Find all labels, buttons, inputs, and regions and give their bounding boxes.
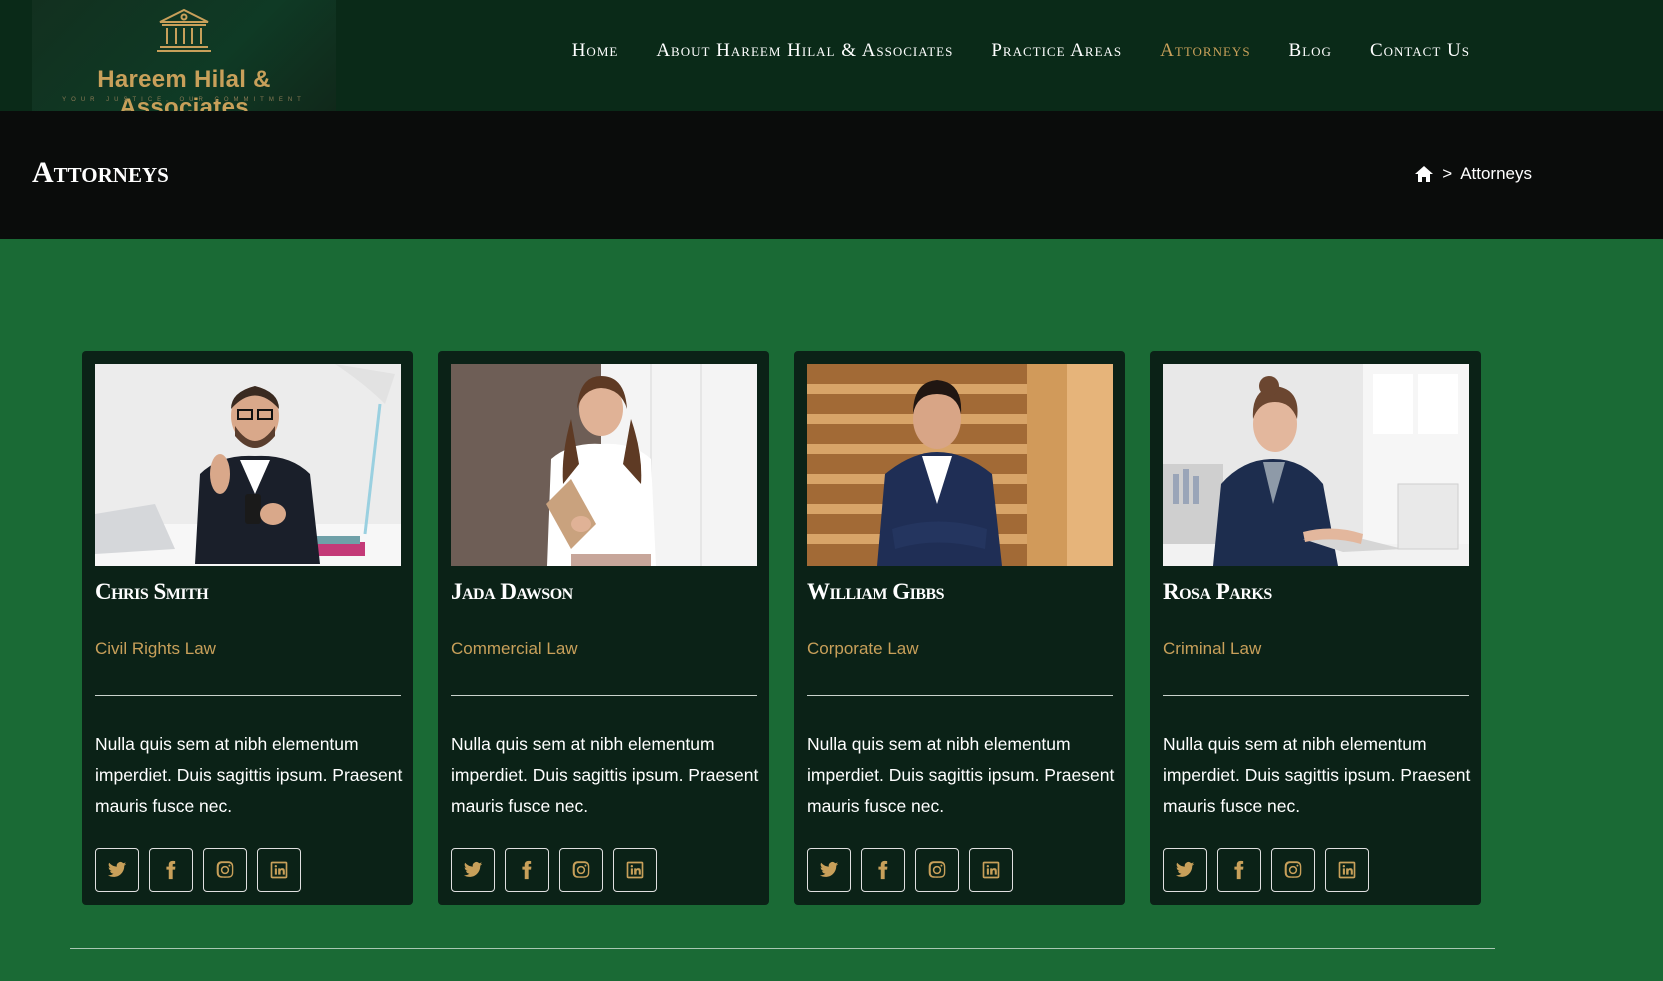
instagram-button[interactable] (203, 848, 247, 892)
nav-practice-areas[interactable]: Practice Areas (991, 40, 1122, 62)
attorney-bio: Nulla quis sem at nibh elementum imperdi… (451, 734, 759, 816)
linkedin-icon (982, 861, 1000, 879)
attorney-bio: Nulla quis sem at nibh elementum imperdi… (807, 734, 1115, 816)
linkedin-icon (1338, 861, 1356, 879)
twitter-button[interactable] (451, 848, 495, 892)
attorney-practice: Corporate Law (807, 639, 919, 658)
social-links (95, 848, 301, 892)
linkedin-icon (270, 861, 288, 879)
nav-blog[interactable]: Blog (1289, 40, 1332, 62)
attorney-practice: Commercial Law (451, 639, 578, 658)
facebook-icon (878, 860, 888, 880)
instagram-icon (572, 861, 590, 878)
breadcrumb-separator: > (1442, 164, 1453, 183)
page-title: Attorneys (32, 156, 169, 189)
facebook-icon (166, 860, 176, 880)
site-header: Hareem Hilal & Associates YOUR JUSTICE, … (0, 0, 1663, 121)
instagram-button[interactable] (559, 848, 603, 892)
facebook-button[interactable] (1217, 848, 1261, 892)
attorney-grid: Chris Smith Civil Rights Law Nulla quis … (82, 351, 1481, 905)
twitter-button[interactable] (1163, 848, 1207, 892)
attorney-name: Chris Smith (95, 579, 209, 604)
card-divider (807, 695, 1113, 696)
instagram-button[interactable] (915, 848, 959, 892)
attorney-photo (451, 364, 757, 566)
brand-logo[interactable]: Hareem Hilal & Associates YOUR JUSTICE, … (32, 0, 336, 121)
attorney-bio: Nulla quis sem at nibh elementum imperdi… (95, 734, 403, 816)
twitter-icon (107, 862, 127, 877)
social-links (807, 848, 1013, 892)
breadcrumb-current: Attorneys (1460, 164, 1532, 183)
card-divider (451, 695, 757, 696)
attorney-card: William Gibbs Corporate Law Nulla quis s… (794, 351, 1125, 905)
instagram-icon (928, 861, 946, 878)
attorney-practice: Criminal Law (1163, 639, 1262, 658)
card-divider (95, 695, 401, 696)
twitter-button[interactable] (807, 848, 851, 892)
attorney-name: Rosa Parks (1163, 579, 1272, 604)
facebook-icon (522, 860, 532, 880)
attorney-card: Chris Smith Civil Rights Law Nulla quis … (82, 351, 413, 905)
twitter-icon (1175, 862, 1195, 877)
twitter-button[interactable] (95, 848, 139, 892)
brand-tagline: YOUR JUSTICE, OUR COMMITMENT (62, 97, 306, 103)
main-nav: Home About Hareem Hilal & Associates Pra… (572, 40, 1470, 62)
attorney-photo (95, 364, 401, 566)
linkedin-button[interactable] (257, 848, 301, 892)
nav-contact[interactable]: Contact Us (1370, 40, 1470, 62)
linkedin-icon (626, 861, 644, 879)
attorney-photo (1163, 364, 1469, 566)
attorney-name: Jada Dawson (451, 579, 573, 604)
nav-attorneys[interactable]: Attorneys (1160, 40, 1250, 62)
page-title-bar: Attorneys > Attorneys (0, 111, 1663, 239)
social-links (1163, 848, 1369, 892)
linkedin-button[interactable] (1325, 848, 1369, 892)
twitter-icon (463, 862, 483, 877)
nav-home[interactable]: Home (572, 40, 619, 62)
section-divider (70, 948, 1495, 949)
twitter-icon (819, 862, 839, 877)
attorney-practice: Civil Rights Law (95, 639, 216, 658)
attorney-photo (807, 364, 1113, 566)
instagram-icon (1284, 861, 1302, 878)
linkedin-button[interactable] (613, 848, 657, 892)
card-divider (1163, 695, 1469, 696)
instagram-icon (216, 861, 234, 878)
courthouse-icon (157, 8, 211, 52)
facebook-button[interactable] (861, 848, 905, 892)
attorney-card: Rosa Parks Criminal Law Nulla quis sem a… (1150, 351, 1481, 905)
attorney-bio: Nulla quis sem at nibh elementum imperdi… (1163, 734, 1471, 816)
facebook-icon (1234, 860, 1244, 880)
linkedin-button[interactable] (969, 848, 1013, 892)
instagram-button[interactable] (1271, 848, 1315, 892)
social-links (451, 848, 657, 892)
nav-about[interactable]: About Hareem Hilal & Associates (656, 40, 953, 62)
attorney-name: William Gibbs (807, 579, 945, 604)
attorney-card: Jada Dawson Commercial Law Nulla quis se… (438, 351, 769, 905)
breadcrumb: > Attorneys (1414, 164, 1532, 184)
facebook-button[interactable] (505, 848, 549, 892)
facebook-button[interactable] (149, 848, 193, 892)
home-icon[interactable] (1414, 165, 1434, 183)
